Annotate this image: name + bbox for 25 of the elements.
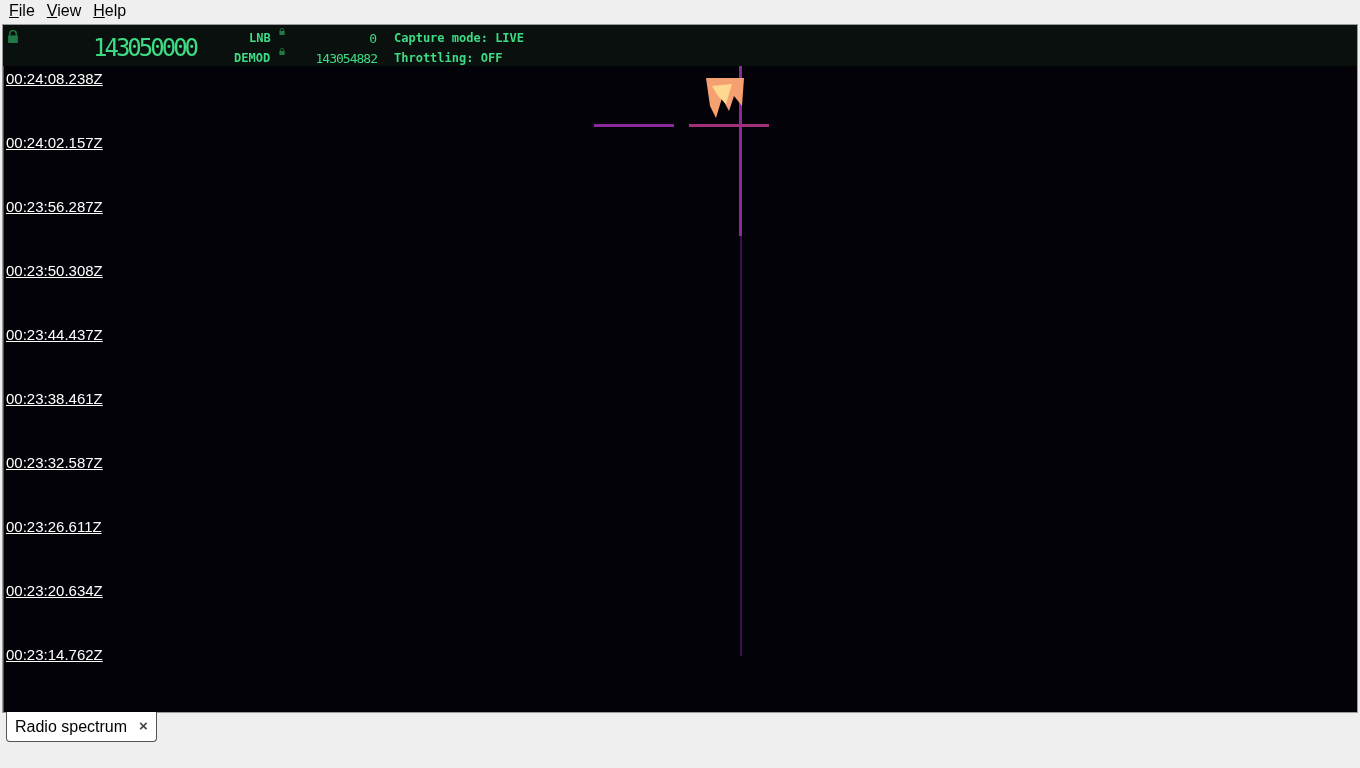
close-icon[interactable]: × xyxy=(139,715,148,738)
timestamp-label: 00:23:50.308Z xyxy=(6,261,104,281)
timestamp-label: 00:23:32.587Z xyxy=(6,453,104,473)
demod-value: 143054882 xyxy=(315,50,377,68)
timestamp-label: 00:23:44.437Z xyxy=(6,325,104,345)
menu-item[interactable]: Help xyxy=(93,0,127,23)
timestamp-label: 00:24:08.238Z xyxy=(6,69,104,89)
menu-item[interactable]: View xyxy=(46,0,82,23)
lnb-value: 0 xyxy=(369,30,377,48)
timestamp-label: 00:23:38.461Z xyxy=(6,389,104,409)
tab[interactable]: Radio spectrum × xyxy=(6,712,157,742)
lock-icon xyxy=(279,28,285,35)
menu-item[interactable]: File xyxy=(9,0,35,23)
timestamp-label: 00:24:02.157Z xyxy=(6,133,104,153)
throttling-text: Throttling: OFF xyxy=(394,50,503,67)
lock-icon xyxy=(279,48,285,55)
demod-label: DEMOD xyxy=(234,50,271,67)
tab-label: Radio spectrum xyxy=(15,716,128,737)
timestamp-label: 00:23:14.762Z xyxy=(6,645,104,665)
timestamp-label: 00:23:26.611Z xyxy=(6,517,103,537)
frequency-display: 143050000 xyxy=(93,33,197,63)
timestamp-label: 00:23:20.634Z xyxy=(6,581,104,601)
lnb-label: LNB xyxy=(249,30,271,47)
capture-mode-text: Capture mode: LIVE xyxy=(394,30,525,47)
timestamp-label: 00:23:56.287Z xyxy=(6,197,104,217)
